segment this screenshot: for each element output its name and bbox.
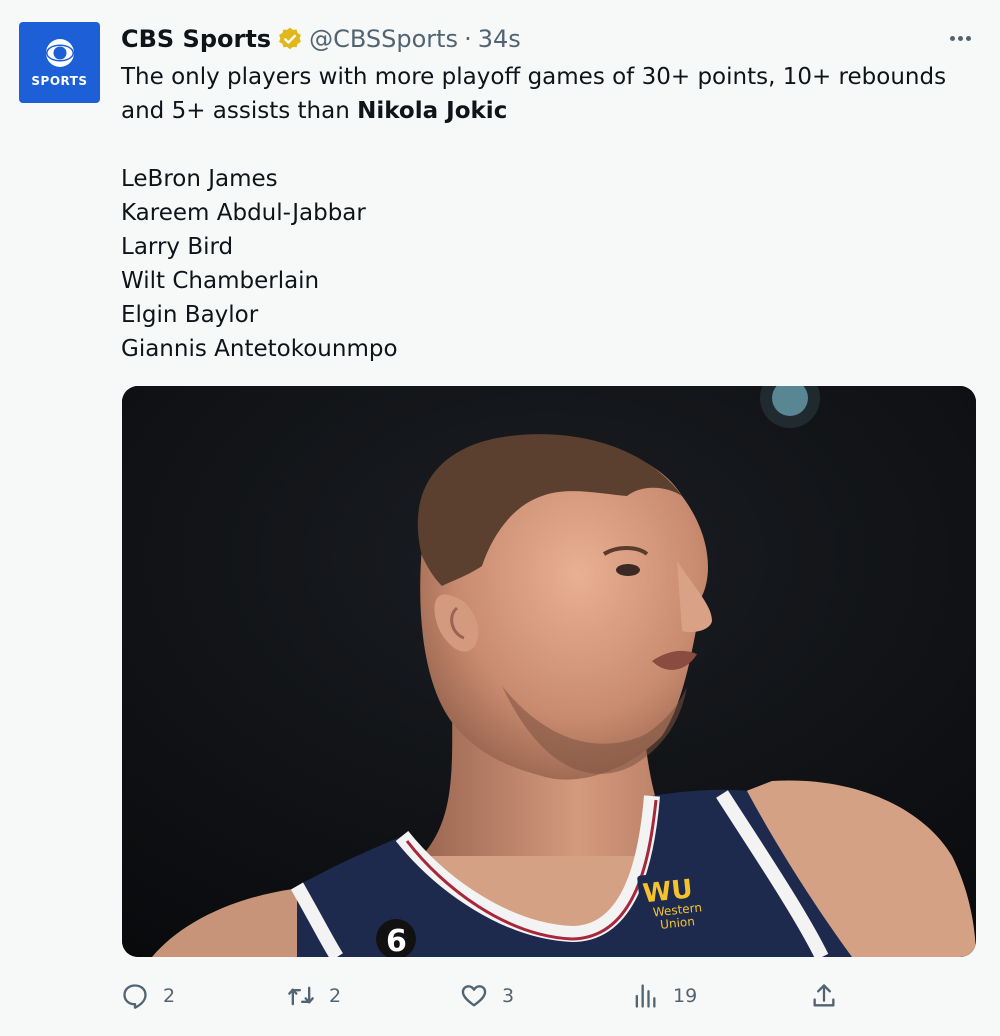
player-item: Giannis Antetokounmpo xyxy=(121,336,398,362)
verified-badge-icon[interactable] xyxy=(277,26,303,52)
tweet-timestamp[interactable]: 34s xyxy=(478,25,521,53)
like-button[interactable]: 3 xyxy=(460,976,514,1016)
tweet[interactable]: SPORTS CBS Sports @CBSSports · 34s The o… xyxy=(0,0,1000,1036)
tweet-intro: The only players with more playoff games… xyxy=(121,64,947,124)
analytics-icon xyxy=(635,984,656,1008)
author-handle[interactable]: @CBSSports xyxy=(309,25,458,53)
player-item: LeBron James xyxy=(121,166,278,192)
tweet-highlight-name: Nikola Jokic xyxy=(357,98,508,124)
more-options-icon[interactable] xyxy=(946,24,974,52)
separator-dot: · xyxy=(464,25,472,53)
reply-icon xyxy=(123,984,147,1009)
tweet-intro-paragraph: The only players with more playoff games… xyxy=(121,60,981,128)
avatar-label: SPORTS xyxy=(31,73,88,88)
tweet-header: CBS Sports @CBSSports · 34s xyxy=(121,22,521,56)
heart-icon xyxy=(461,985,487,1007)
reply-button[interactable]: 2 xyxy=(121,976,175,1016)
tweet-text: The only players with more playoff games… xyxy=(121,60,981,366)
retweet-button[interactable]: 2 xyxy=(287,976,341,1016)
author-name[interactable]: CBS Sports xyxy=(121,25,271,53)
jersey-number: 6 xyxy=(386,924,407,957)
players-list: LeBron James Kareem Abdul-Jabbar Larry B… xyxy=(121,162,981,366)
player-item: Elgin Baylor xyxy=(121,302,259,328)
tweet-actions: 2 2 3 19 xyxy=(121,976,841,1016)
reply-count: 2 xyxy=(163,985,176,1007)
views-count: 19 xyxy=(673,985,698,1007)
retweet-count: 2 xyxy=(329,985,342,1007)
player-item: Wilt Chamberlain xyxy=(121,268,320,294)
player-item: Kareem Abdul-Jabbar xyxy=(121,200,366,226)
tweet-photo[interactable]: WU Western Union 6 xyxy=(122,386,976,957)
share-icon xyxy=(813,984,835,1007)
avatar[interactable]: SPORTS xyxy=(19,22,100,103)
views-button[interactable]: 19 xyxy=(631,976,697,1016)
like-count: 3 xyxy=(502,985,515,1007)
retweet-icon xyxy=(288,986,314,1006)
player-photo: WU Western Union 6 xyxy=(122,386,976,957)
player-item: Larry Bird xyxy=(121,234,234,260)
share-button[interactable] xyxy=(810,976,838,1016)
cbs-eye-logo-icon xyxy=(45,38,74,67)
